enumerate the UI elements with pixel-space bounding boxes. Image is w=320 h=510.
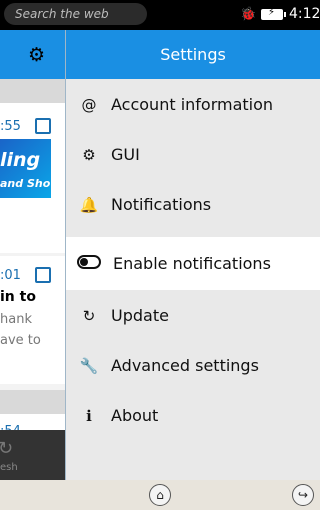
- search-input[interactable]: Search the web: [4, 3, 147, 25]
- toggle-icon[interactable]: [77, 255, 101, 269]
- menu-item-gui[interactable]: ⚙ GUI: [66, 130, 320, 180]
- list-item[interactable]: :01 in to hank ave to: [0, 256, 65, 384]
- section-bar: [0, 79, 65, 103]
- menu-item-account-information[interactable]: @ Account information: [66, 80, 320, 130]
- refresh-bar[interactable]: ↻ esh: [0, 430, 65, 480]
- item-thumbnail: ling and Shov: [0, 139, 51, 198]
- list-item[interactable]: :55 ling and Shov: [0, 103, 65, 253]
- menu-item-notifications[interactable]: 🔔 Notifications: [66, 180, 320, 230]
- status-clock: 4:12: [289, 6, 320, 22]
- menu-item-label: Enable notifications: [113, 254, 271, 273]
- bug-icon: 🐞: [240, 7, 257, 22]
- item-time: :55: [0, 119, 21, 134]
- menu-item-enable-notifications[interactable]: Enable notifications: [66, 237, 320, 290]
- menu-item-label: GUI: [111, 145, 140, 164]
- refresh-icon: ↻: [82, 307, 96, 325]
- item-excerpt: hank: [0, 312, 32, 327]
- section-bar: [0, 390, 65, 414]
- battery-charging-icon: ⚡: [261, 7, 286, 20]
- at-icon: @: [81, 96, 97, 114]
- info-icon: ℹ: [86, 407, 92, 425]
- background-list-pane: ⚙ :55 ling and Shov :01 in to hank ave t…: [0, 30, 65, 480]
- gear-icon[interactable]: ⚙: [28, 44, 45, 66]
- wrench-icon: 🔧: [79, 357, 99, 375]
- menu-item-about[interactable]: ℹ About: [66, 391, 320, 441]
- menu-item-label: About: [111, 406, 159, 425]
- bottom-bar: ⌂ ↪: [0, 480, 320, 510]
- menu-item-label: Account information: [111, 95, 274, 114]
- drawer-header: Settings: [66, 30, 320, 79]
- item-time: :01: [0, 268, 21, 283]
- list-header: ⚙: [0, 30, 65, 79]
- menu-item-label: Update: [111, 306, 169, 325]
- drawer-title: Settings: [160, 45, 226, 64]
- status-bar: Search the web 🐞 ⚡ 4:12: [0, 0, 320, 30]
- refresh-label: esh: [0, 462, 18, 473]
- thumb-text-2: and Shov: [0, 177, 51, 190]
- item-checkbox[interactable]: [35, 118, 51, 134]
- item-checkbox[interactable]: [35, 267, 51, 283]
- menu-item-label: Advanced settings: [111, 356, 259, 375]
- menu-item-advanced-settings[interactable]: 🔧 Advanced settings: [66, 341, 320, 391]
- item-excerpt: ave to: [0, 333, 41, 348]
- menu-item-update[interactable]: ↻ Update: [66, 291, 320, 341]
- settings-drawer: Settings @ Account information ⚙ GUI 🔔 N…: [65, 30, 320, 480]
- refresh-icon: ↻: [0, 438, 14, 459]
- home-icon[interactable]: ⌂: [149, 484, 171, 506]
- forward-icon[interactable]: ↪: [292, 484, 314, 506]
- bell-icon: 🔔: [79, 196, 99, 214]
- thumb-text-1: ling: [0, 149, 41, 171]
- gears-icon: ⚙: [82, 146, 96, 164]
- menu-item-label: Notifications: [111, 195, 212, 214]
- item-title: in to: [0, 289, 36, 305]
